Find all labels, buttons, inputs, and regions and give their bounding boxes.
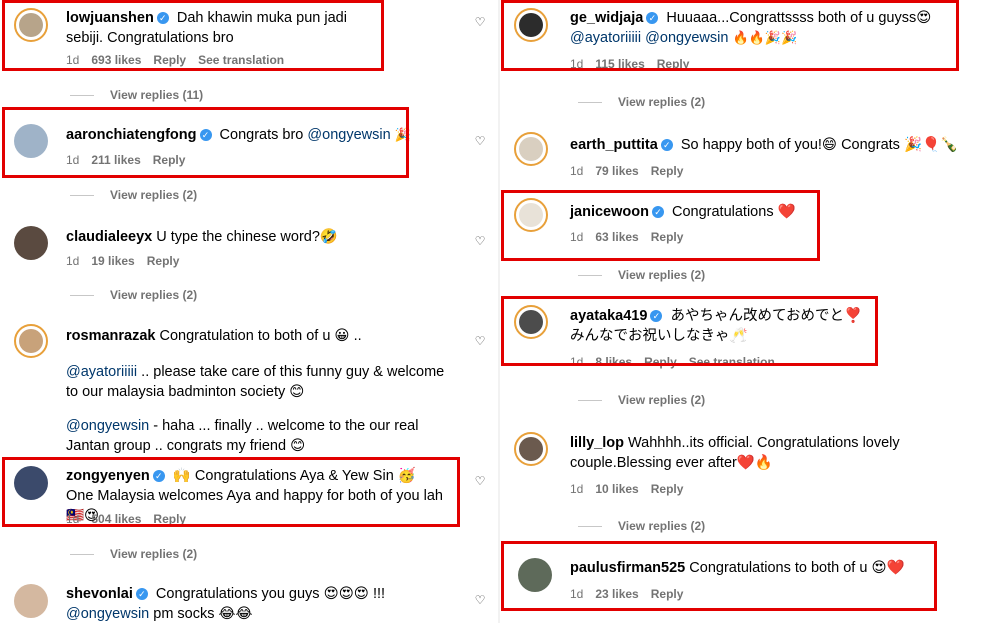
view-replies-button[interactable]: View replies (2) <box>578 95 705 109</box>
avatar[interactable] <box>514 432 548 466</box>
right-comments-column: ge_widjaja ✓ Huuaaa...Congrattssss both o… <box>500 0 1000 623</box>
like-heart-icon[interactable]: ♡ <box>474 16 486 28</box>
view-replies-button[interactable]: View replies (2) <box>70 188 197 202</box>
divider-line <box>70 554 94 556</box>
like-heart-icon[interactable]: ♡ <box>474 594 486 606</box>
divider-line <box>70 295 94 297</box>
avatar[interactable] <box>14 584 48 618</box>
like-heart-icon[interactable]: ♡ <box>474 475 486 487</box>
highlight-box <box>2 0 384 71</box>
like-heart-icon[interactable]: ♡ <box>474 135 486 147</box>
avatar[interactable] <box>14 226 48 260</box>
verified-badge-icon: ✓ <box>135 588 148 600</box>
left-comments-column: lowjuanshen ✓ Dah khawin muka pun jadi se… <box>0 0 498 623</box>
comment-age: 1d <box>66 254 80 268</box>
likes-count[interactable]: 79 likes <box>595 164 638 178</box>
divider-line <box>70 195 94 197</box>
highlight-box <box>2 457 460 527</box>
verified-badge-icon: ✓ <box>660 139 673 151</box>
like-heart-icon[interactable]: ♡ <box>474 235 486 247</box>
comment-text: pm socks 😂😂 <box>153 606 253 622</box>
view-replies-button[interactable]: View replies (2) <box>578 268 705 282</box>
view-replies-button[interactable]: View replies (2) <box>578 519 705 533</box>
mention-link[interactable]: @ayatoriiiii <box>66 364 137 380</box>
highlight-box <box>501 541 937 611</box>
reply-button[interactable]: Reply <box>651 164 684 178</box>
divider-line <box>578 102 602 104</box>
highlight-box <box>2 107 409 178</box>
reply-button[interactable]: Reply <box>651 482 684 496</box>
comment-age: 1d <box>570 482 584 496</box>
comment-age: 1d <box>570 164 584 178</box>
divider-line <box>578 526 602 528</box>
comment-text: Congratulations you guys 😍😍😍 !!! <box>155 586 386 602</box>
username[interactable]: rosmanrazak <box>66 328 155 344</box>
mention-link[interactable]: @ongyewsin <box>66 606 149 622</box>
likes-count[interactable]: 10 likes <box>595 482 638 496</box>
comment-text: Congratulation to both of u 😀 .. <box>159 328 362 344</box>
avatar[interactable] <box>514 132 548 166</box>
divider-line <box>70 95 94 97</box>
likes-count[interactable]: 19 likes <box>91 254 134 268</box>
comment-text: U type the chinese word?🤣 <box>156 229 338 245</box>
view-replies-button[interactable]: View replies (11) <box>70 88 203 102</box>
highlight-box <box>501 0 959 71</box>
divider-line <box>578 275 602 277</box>
view-replies-button[interactable]: View replies (2) <box>578 393 705 407</box>
highlight-box <box>501 190 820 261</box>
like-heart-icon[interactable]: ♡ <box>474 335 486 347</box>
username[interactable]: shevonlai <box>66 586 133 602</box>
avatar[interactable] <box>14 324 48 358</box>
view-replies-button[interactable]: View replies (2) <box>70 547 197 561</box>
username[interactable]: claudialeeyx <box>66 229 152 245</box>
mention-link[interactable]: @ongyewsin <box>66 418 149 434</box>
reply-button[interactable]: Reply <box>147 254 180 268</box>
username[interactable]: lilly_lop <box>570 435 624 451</box>
comment-text: So happy both of you!😄 Congrats 🎉🎈🍾 <box>680 137 959 153</box>
username[interactable]: earth_puttita <box>570 137 658 153</box>
highlight-box <box>501 296 878 366</box>
view-replies-button[interactable]: View replies (2) <box>70 288 197 302</box>
divider-line <box>578 400 602 402</box>
